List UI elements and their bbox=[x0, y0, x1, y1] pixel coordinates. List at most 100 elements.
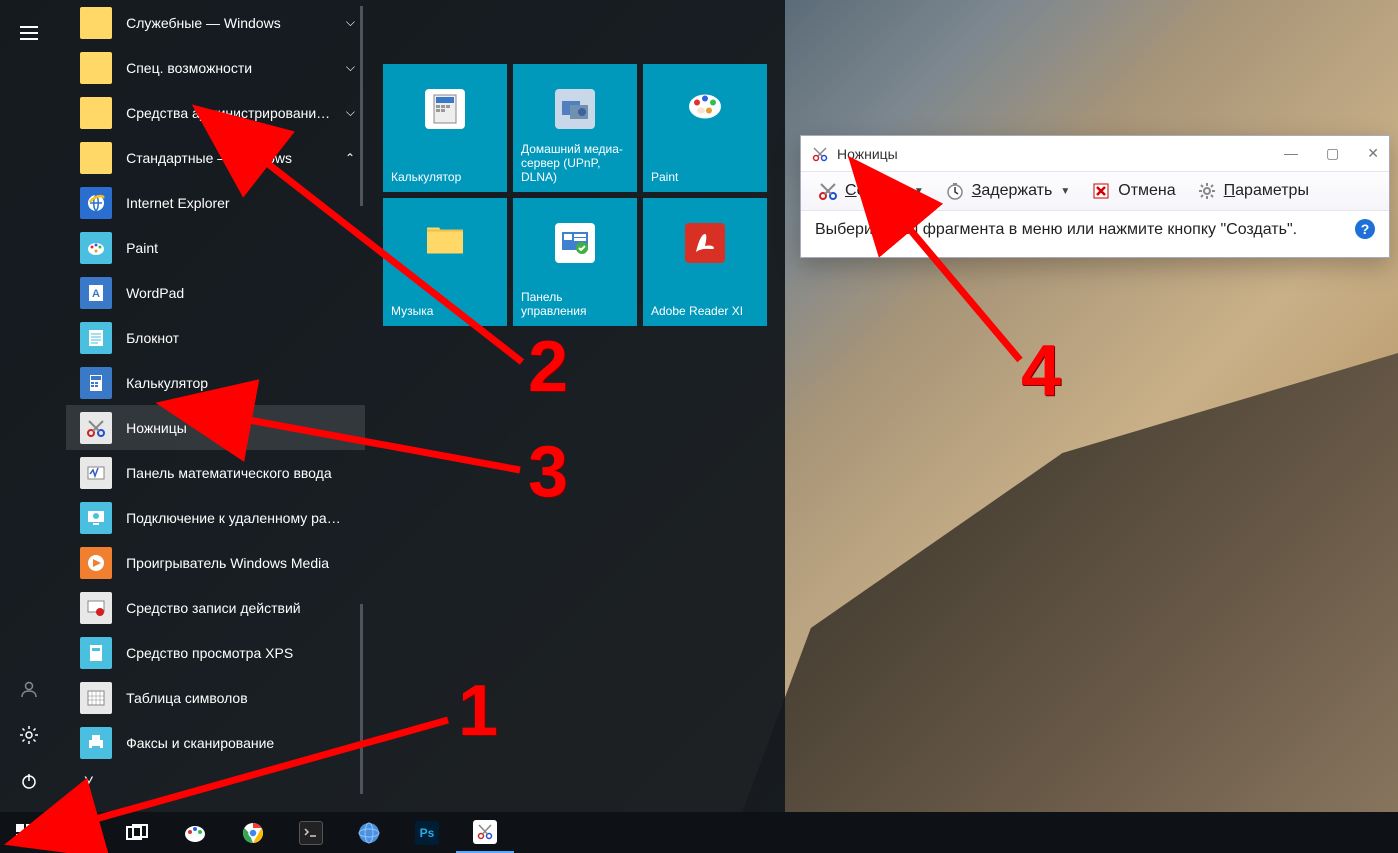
new-snip-button[interactable]: Создать ▼ bbox=[809, 176, 932, 206]
cancel-label: Отмена bbox=[1118, 182, 1175, 200]
folder-label: Служебные — Windows bbox=[126, 15, 365, 31]
start-folder-accessibility[interactable]: Спец. возможности ⌵ bbox=[66, 45, 365, 90]
app-item-steps-recorder[interactable]: Средство записи действий bbox=[66, 585, 365, 630]
wordpad-icon: A bbox=[80, 277, 112, 309]
annotation-number-2: 2 bbox=[528, 326, 568, 408]
folder-icon bbox=[80, 52, 112, 84]
folder-icon bbox=[80, 97, 112, 129]
tile-music[interactable]: Музыка bbox=[383, 198, 507, 326]
gear-icon bbox=[1196, 180, 1218, 202]
account-button[interactable] bbox=[0, 666, 57, 712]
start-app-list[interactable]: Служебные — Windows ⌵ Спец. возможности … bbox=[66, 0, 365, 812]
options-label-rest: араметры bbox=[1235, 182, 1309, 199]
app-label: Средство просмотра XPS bbox=[126, 645, 365, 661]
fax-scan-icon bbox=[80, 727, 112, 759]
folder-icon bbox=[80, 142, 112, 174]
help-button[interactable]: ? bbox=[1355, 219, 1375, 239]
app-item-charmap[interactable]: Таблица символов bbox=[66, 675, 365, 720]
folder-icon bbox=[80, 7, 112, 39]
start-button[interactable] bbox=[0, 812, 50, 853]
clock-icon bbox=[944, 180, 966, 202]
tile-label: Домашний медиа-сервер (UPnP, DLNA) bbox=[521, 142, 629, 184]
app-label: Проигрыватель Windows Media bbox=[126, 555, 365, 571]
photoshop-icon: Ps bbox=[415, 821, 439, 845]
paint-icon bbox=[183, 821, 207, 845]
hamburger-menu-button[interactable] bbox=[0, 10, 57, 56]
app-item-calculator[interactable]: Калькулятор bbox=[66, 360, 365, 405]
app-item-paint[interactable]: Paint bbox=[66, 225, 365, 270]
adobe-reader-icon bbox=[685, 223, 725, 263]
delay-label-rest: адержать bbox=[981, 182, 1052, 199]
tile-control-panel[interactable]: Панель управления bbox=[513, 198, 637, 326]
annotation-number-4: 4 bbox=[1021, 330, 1061, 412]
app-item-wordpad[interactable]: A WordPad bbox=[66, 270, 365, 315]
app-label: Paint bbox=[126, 240, 365, 256]
tile-calculator[interactable]: Калькулятор bbox=[383, 64, 507, 192]
taskbar-app-chrome[interactable] bbox=[224, 812, 282, 853]
app-item-snipping-tool[interactable]: Ножницы bbox=[66, 405, 365, 450]
delay-label-first: З bbox=[972, 182, 982, 199]
control-panel-icon bbox=[555, 223, 595, 263]
taskbar-app-terminal[interactable] bbox=[282, 812, 340, 853]
app-item-ie[interactable]: Internet Explorer bbox=[66, 180, 365, 225]
app-label: Подключение к удаленному ра… bbox=[126, 510, 365, 526]
start-menu: Служебные — Windows ⌵ Спец. возможности … bbox=[0, 0, 785, 812]
options-button[interactable]: Параметры bbox=[1188, 176, 1317, 206]
task-view-button[interactable] bbox=[108, 812, 166, 853]
options-label-first: П bbox=[1224, 182, 1236, 199]
cancel-icon bbox=[1090, 180, 1112, 202]
tile-media-server[interactable]: Домашний медиа-сервер (UPnP, DLNA) bbox=[513, 64, 637, 192]
taskbar-app-photoshop[interactable]: Ps bbox=[398, 812, 456, 853]
search-button[interactable] bbox=[50, 812, 108, 853]
app-item-math-input[interactable]: Панель математического ввода bbox=[66, 450, 365, 495]
settings-button[interactable] bbox=[0, 712, 57, 758]
hint-text: Выберите тип фрагмента в меню или нажмит… bbox=[815, 221, 1297, 238]
start-folder-accessories[interactable]: Стандартные — Windows ⌃ bbox=[66, 135, 365, 180]
folder-icon bbox=[425, 221, 465, 264]
remote-desktop-icon bbox=[80, 502, 112, 534]
snipping-tool-body: Выберите тип фрагмента в меню или нажмит… bbox=[801, 211, 1389, 257]
svg-text:A: A bbox=[92, 288, 100, 300]
app-label: Средство записи действий bbox=[126, 600, 365, 616]
media-player-icon bbox=[80, 547, 112, 579]
taskbar: Ps bbox=[0, 812, 1398, 853]
power-button[interactable] bbox=[0, 758, 57, 804]
dropdown-arrow-icon[interactable]: ▼ bbox=[914, 186, 924, 197]
window-titlebar[interactable]: Ножницы — ▢ ✕ bbox=[801, 136, 1389, 171]
charmap-icon bbox=[80, 682, 112, 714]
taskbar-app-globe[interactable] bbox=[340, 812, 398, 853]
start-folder-admintools[interactable]: Средства администрировани… ⌵ bbox=[66, 90, 365, 135]
chevron-down-icon: ⌵ bbox=[346, 105, 355, 120]
maximize-button[interactable]: ▢ bbox=[1326, 145, 1339, 162]
tile-label: Музыка bbox=[391, 304, 499, 318]
dropdown-arrow-icon[interactable]: ▼ bbox=[1060, 186, 1070, 197]
taskbar-app-snipping-tool[interactable] bbox=[456, 812, 514, 853]
app-item-fax-scan[interactable]: Факсы и сканирование bbox=[66, 720, 365, 765]
folder-label: Стандартные — Windows bbox=[126, 150, 365, 166]
app-label: Таблица символов bbox=[126, 690, 365, 706]
app-label: Ножницы bbox=[126, 420, 365, 436]
taskbar-app-paint[interactable] bbox=[166, 812, 224, 853]
start-tiles: Калькулятор Домашний медиа-сервер (UPnP,… bbox=[365, 0, 785, 812]
snipping-tool-toolbar: Создать ▼ Задержать ▼ Отмена Параметры bbox=[801, 171, 1389, 211]
delay-button[interactable]: Задержать ▼ bbox=[936, 176, 1079, 206]
xps-viewer-icon bbox=[80, 637, 112, 669]
tile-adobe-reader[interactable]: Adobe Reader XI bbox=[643, 198, 767, 326]
notepad-icon bbox=[80, 322, 112, 354]
start-folder-system[interactable]: Служебные — Windows ⌵ bbox=[66, 0, 365, 45]
chevron-down-icon: ⌵ bbox=[346, 15, 355, 30]
scissors-icon bbox=[473, 820, 497, 844]
minimize-button[interactable]: — bbox=[1284, 145, 1298, 162]
cancel-button[interactable]: Отмена bbox=[1082, 176, 1183, 206]
tile-label: Калькулятор bbox=[391, 170, 499, 184]
tile-paint[interactable]: Paint bbox=[643, 64, 767, 192]
scissors-icon bbox=[80, 412, 112, 444]
create-label-rest: оздать bbox=[857, 182, 906, 199]
alphabet-heading[interactable]: У bbox=[66, 765, 365, 789]
app-item-xps-viewer[interactable]: Средство просмотра XPS bbox=[66, 630, 365, 675]
app-item-rdp[interactable]: Подключение к удаленному ра… bbox=[66, 495, 365, 540]
app-item-wmp[interactable]: Проигрыватель Windows Media bbox=[66, 540, 365, 585]
app-item-notepad[interactable]: Блокнот bbox=[66, 315, 365, 360]
app-label: Факсы и сканирование bbox=[126, 735, 365, 751]
close-button[interactable]: ✕ bbox=[1367, 145, 1379, 162]
